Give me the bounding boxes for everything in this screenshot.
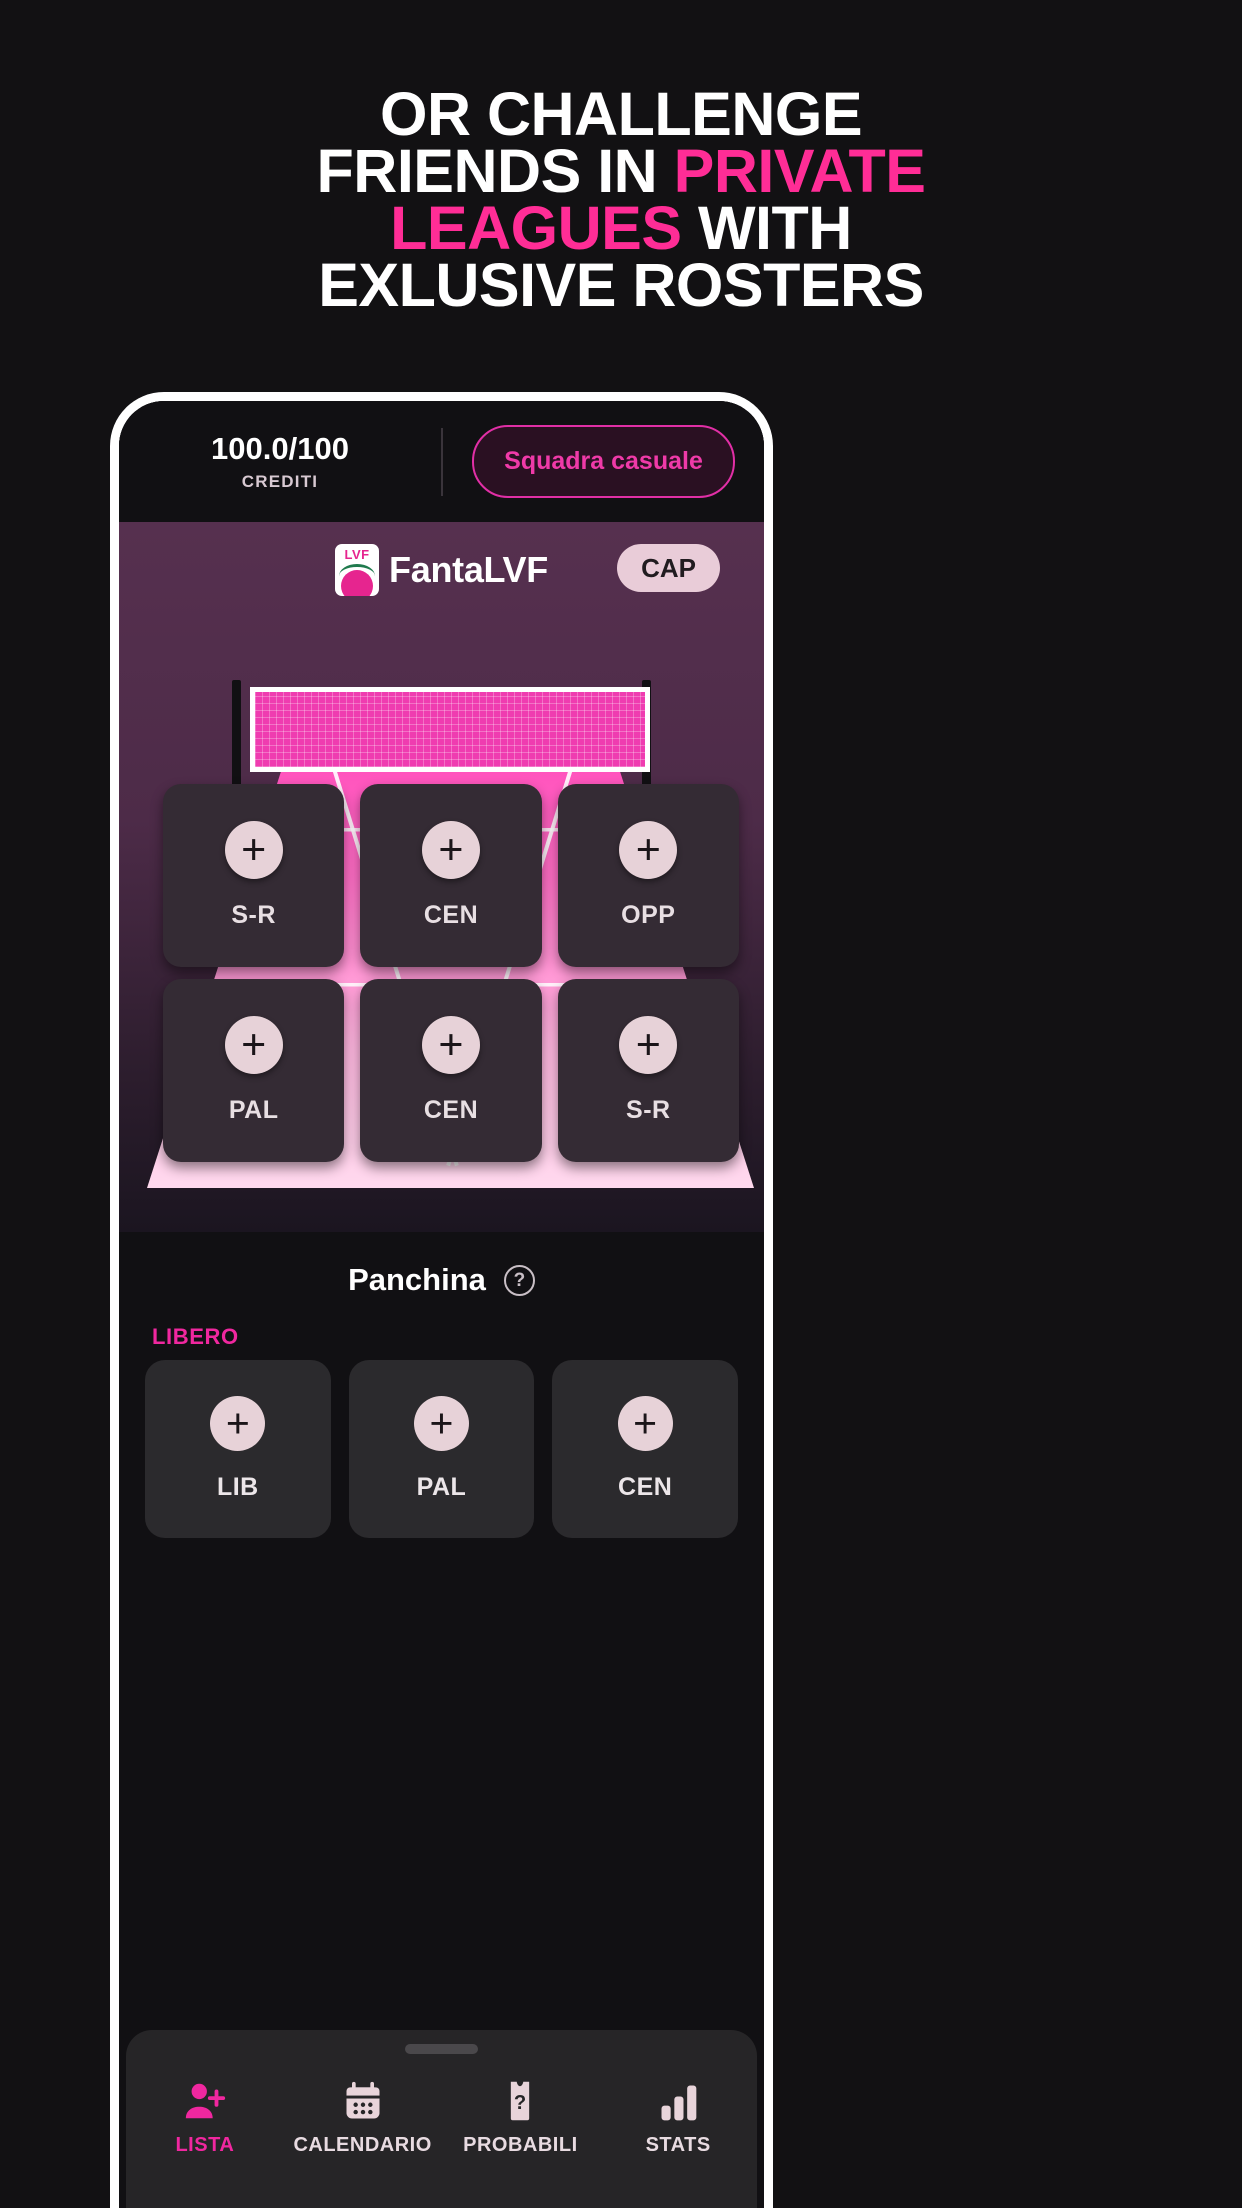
phone-mockup: 100.0/100 CREDITI Squadra casuale LVF Fa… <box>110 392 773 2208</box>
add-player-icon[interactable]: + <box>413 1396 469 1451</box>
promo-screen: OR CHALLENGE FRIENDS IN PRIVATE LEAGUES … <box>0 0 1242 2208</box>
captain-badge[interactable]: CAP <box>617 544 720 592</box>
jersey-question-icon: ? <box>498 2076 542 2124</box>
random-team-button[interactable]: Squadra casuale <box>472 425 735 498</box>
bar-chart-icon <box>656 2076 700 2124</box>
headline-line-4: EXLUSIVE ROSTERS <box>318 251 924 319</box>
brand-name: FantaLVF <box>389 548 548 590</box>
lvf-logo-text: LVF <box>344 546 370 562</box>
bench-slot[interactable]: + LIB <box>145 1360 331 1538</box>
credits-value: 100.0/100 <box>211 431 349 466</box>
lineup-slot-label: OPP <box>621 901 676 929</box>
nav-label: STATS <box>645 2134 711 2156</box>
nav-item-lista[interactable]: LISTA <box>126 2076 284 2157</box>
headline-line-2: FRIENDS IN PRIVATE <box>60 141 1182 202</box>
add-player-icon[interactable]: + <box>619 1016 678 1074</box>
drag-handle[interactable] <box>405 2044 478 2054</box>
lvf-logo-icon: LVF <box>335 543 380 596</box>
lineup-slot[interactable]: + PAL <box>163 979 345 1162</box>
lineup-slot[interactable]: + S-R <box>163 784 345 967</box>
bench-slot[interactable]: + PAL <box>348 1360 535 1538</box>
nav-items: LISTA CALENDARIO ? PROBABILI STATS <box>126 2076 757 2157</box>
nav-item-calendario[interactable]: CALENDARIO <box>284 2076 442 2157</box>
lvf-ball-icon <box>341 569 374 596</box>
credits-bar: 100.0/100 CREDITI Squadra casuale <box>119 401 764 522</box>
credits-block: 100.0/100 CREDITI <box>119 431 441 492</box>
bench-slot-label: LIB <box>216 1473 259 1501</box>
lineup-slot[interactable]: + S-R <box>557 979 739 1162</box>
lineup-slot[interactable]: + CEN <box>360 979 542 1162</box>
person-add-icon <box>182 2076 228 2124</box>
lineup-slot-grid: + S-R + CEN + OPP + PAL + CEN + S-R <box>163 784 739 1162</box>
add-player-icon[interactable]: + <box>224 821 283 879</box>
libero-label: LIBERO <box>152 1324 239 1349</box>
lineup-slot[interactable]: + OPP <box>557 784 739 967</box>
add-player-icon[interactable]: + <box>617 1396 673 1451</box>
bench-slot-grid: + LIB + PAL + CEN <box>119 1360 764 1538</box>
help-circle-icon[interactable]: ? <box>503 1264 535 1296</box>
add-player-icon[interactable]: + <box>224 1016 283 1074</box>
bench-slot-label: CEN <box>618 1473 673 1501</box>
bench-slot-label: PAL <box>416 1473 467 1501</box>
headline-line-3: LEAGUES WITH <box>60 198 1182 259</box>
credits-label: CREDITI <box>241 472 319 491</box>
lineup-slot[interactable]: + CEN <box>360 784 542 967</box>
lineup-slot-label: PAL <box>228 1096 279 1124</box>
bench-slot[interactable]: + CEN <box>552 1360 738 1538</box>
phone-screen: 100.0/100 CREDITI Squadra casuale LVF Fa… <box>119 401 764 2208</box>
nav-item-probabili[interactable]: ? PROBABILI <box>442 2076 600 2157</box>
add-player-icon[interactable]: + <box>619 821 678 879</box>
nav-label: PROBABILI <box>463 2134 578 2156</box>
lineup-slot-label: CEN <box>423 901 479 929</box>
lineup-slot-label: S-R <box>626 1096 671 1124</box>
add-player-icon[interactable]: + <box>210 1396 266 1451</box>
bench-title: Panchina <box>348 1262 486 1297</box>
volleyball-net-icon <box>250 687 650 772</box>
lineup-slot-label: S-R <box>231 901 276 929</box>
bottom-navigation: LISTA CALENDARIO ? PROBABILI STATS <box>126 2030 757 2208</box>
nav-label: LISTA <box>175 2134 235 2156</box>
add-player-icon[interactable]: + <box>421 821 480 879</box>
add-player-icon[interactable]: + <box>421 1016 480 1074</box>
nav-item-stats[interactable]: STATS <box>599 2076 757 2157</box>
brand-row: LVF FantaLVF CAP <box>119 522 764 617</box>
headline-line-1: OR CHALLENGE <box>380 80 863 148</box>
promo-headline: OR CHALLENGE FRIENDS IN PRIVATE LEAGUES … <box>0 80 1242 319</box>
lineup-slot-label: CEN <box>423 1096 479 1124</box>
bench-section: Panchina ? LIBERO + LIB + PAL + CEN <box>119 1232 764 1538</box>
calendar-icon <box>341 2076 385 2124</box>
court-panel: LVF FantaLVF CAP + S-R + CEN + OPP + PAL… <box>119 522 764 1232</box>
svg-text:?: ? <box>514 2092 526 2114</box>
nav-label: CALENDARIO <box>293 2134 432 2156</box>
random-team-wrap: Squadra casuale <box>443 425 764 498</box>
bench-title-row: Panchina ? <box>119 1254 764 1306</box>
